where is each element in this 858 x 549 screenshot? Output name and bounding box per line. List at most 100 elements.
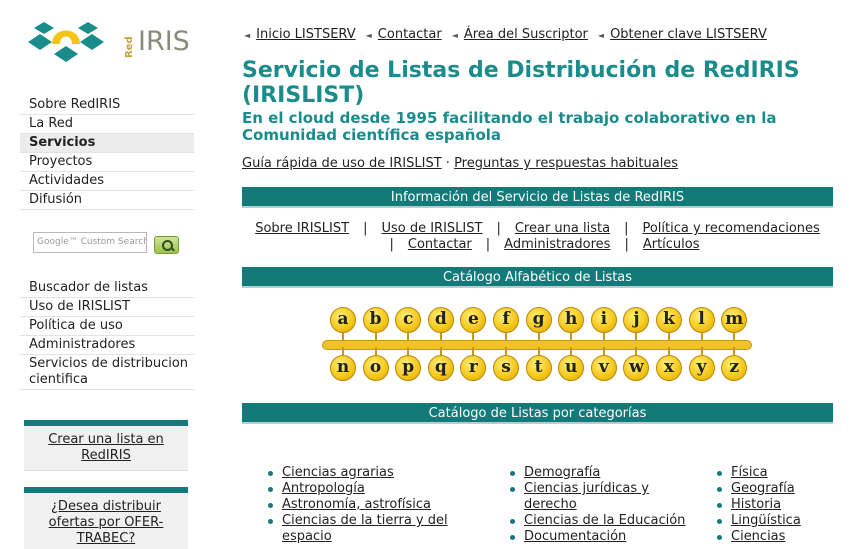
top-nav-link[interactable]: Obtener clave LISTSERV	[610, 27, 767, 42]
category-item: Ciencias jurídicas y derecho	[508, 481, 688, 513]
letter-g-button[interactable]: g	[525, 307, 552, 333]
create-list-box: Crear una lista en RedIRIS	[24, 420, 188, 471]
side-menu-item[interactable]: Actividades	[20, 172, 194, 191]
side-tools-item-label: Servicios de distribucion cientifica	[29, 356, 189, 387]
faq-link[interactable]: Preguntas y respuestas habituales	[454, 156, 678, 171]
side-menu-item-label: Proyectos	[29, 154, 93, 169]
category-link[interactable]: Astronomía, astrofísica	[282, 497, 431, 512]
category-link[interactable]: Ciencias jurídicas y derecho	[524, 481, 649, 512]
ofertrabec-box: ¿Desea distribuir ofertas por OFER-TRABE…	[24, 487, 188, 549]
letter-e-button[interactable]: e	[460, 307, 487, 333]
side-menu-item-label: Sobre RedIRIS	[29, 97, 121, 112]
side-tools-item[interactable]: Administradores	[20, 336, 194, 355]
nav-arrow-icon: ◄	[365, 31, 372, 40]
side-tools-item[interactable]: Servicios de distribucion cientifica	[20, 355, 194, 390]
alphabet-catalog: abcdefghijklm nopqrstuvwxyz	[322, 305, 752, 385]
category-link[interactable]: Ciencias de la Educación	[524, 513, 685, 528]
side-menu-item[interactable]: Sobre RedIRIS	[20, 96, 194, 115]
logo-red: Red	[124, 36, 135, 58]
letter-l-button[interactable]: l	[688, 307, 715, 333]
letter-f-button[interactable]: f	[493, 307, 519, 333]
info-link[interactable]: Política y recomendaciones	[642, 221, 819, 236]
info-links-separator: |	[624, 221, 629, 236]
category-item: Astronomía, astrofísica	[266, 497, 466, 513]
side-menu-item[interactable]: La Red	[20, 115, 194, 134]
category-link[interactable]: Física	[731, 465, 768, 480]
category-item: Ciencias de la Educación	[508, 513, 688, 529]
side-tools-item[interactable]: Buscador de listas	[20, 279, 194, 298]
category-link[interactable]: Lingüística	[731, 513, 801, 528]
category-link[interactable]: Geografía	[731, 481, 795, 496]
letter-n-button[interactable]: n	[330, 355, 356, 381]
side-tools-menu: Buscador de listas Uso de IRISLIST Polític…	[20, 279, 194, 390]
letter-u-button[interactable]: u	[558, 355, 585, 381]
letter-x-button[interactable]: x	[656, 355, 682, 381]
info-link[interactable]: Sobre IRISLIST	[255, 221, 349, 236]
letter-c-button[interactable]: c	[395, 307, 422, 333]
letter-y-button[interactable]: y	[688, 355, 715, 381]
top-nav-link[interactable]: Inicio LISTSERV	[256, 27, 355, 42]
letter-z-button[interactable]: z	[721, 355, 748, 381]
side-tools-item[interactable]: Política de uso	[20, 317, 194, 336]
category-item: Física	[715, 465, 835, 481]
create-list-link[interactable]: Crear una lista en RedIRIS	[48, 432, 164, 463]
letter-a-button[interactable]: a	[330, 307, 356, 333]
letter-v-button[interactable]: v	[590, 355, 617, 381]
info-link[interactable]: Administradores	[504, 237, 610, 252]
category-link[interactable]: Antropología	[282, 481, 365, 496]
info-links-separator: |	[496, 221, 501, 236]
letter-w-button[interactable]: w	[623, 355, 650, 381]
categories-section-header: Catálogo de Listas por categorías	[242, 403, 833, 424]
info-link[interactable]: Artículos	[643, 237, 700, 252]
letter-d-button[interactable]: d	[427, 307, 454, 333]
letter-o-button[interactable]: o	[362, 355, 389, 381]
quick-links: Guía rápida de uso de IRISLIST · Pregunt…	[242, 156, 678, 171]
info-link[interactable]: Contactar	[408, 237, 472, 252]
letter-m-button[interactable]: m	[721, 307, 748, 333]
rediris-logo[interactable]: Red IRIS	[26, 20, 196, 68]
category-link[interactable]: Demografía	[524, 465, 600, 480]
info-links-separator: |	[363, 221, 368, 236]
letter-h-button[interactable]: h	[558, 307, 585, 333]
letter-j-button[interactable]: j	[623, 307, 650, 333]
info-link[interactable]: Uso de IRISLIST	[381, 221, 482, 236]
category-link[interactable]: Ciencias agrarias	[282, 465, 394, 480]
page-subtitle: En el cloud desde 1995 facilitando el tr…	[242, 109, 777, 144]
letter-k-button[interactable]: k	[656, 307, 682, 333]
info-section-header: Información del Servicio de Listas de Re…	[242, 187, 833, 208]
info-links-row: Sobre IRISLIST | Uso de IRISLIST | Crear una…	[242, 221, 833, 237]
side-tools-item[interactable]: Uso de IRISLIST	[20, 298, 194, 317]
category-link[interactable]: Ciencias	[731, 529, 785, 544]
top-nav-link[interactable]: Contactar	[378, 27, 442, 42]
category-link[interactable]: Documentación	[524, 529, 626, 544]
top-nav-link[interactable]: Área del Suscriptor	[464, 27, 588, 42]
category-item: Ciencias agrarias	[266, 465, 466, 481]
category-item: Ciencias	[715, 529, 835, 545]
nav-arrow-icon: ◄	[244, 31, 251, 40]
search-input[interactable]: Google™ Custom Search	[33, 232, 147, 253]
side-menu-item-label: La Red	[29, 116, 74, 131]
info-link[interactable]: Crear una lista	[515, 221, 610, 236]
info-links-separator: |	[389, 237, 394, 252]
letter-i-button[interactable]: i	[590, 307, 617, 333]
side-menu-item[interactable]: Proyectos	[20, 153, 194, 172]
ofertrabec-link[interactable]: ¿Desea distribuir ofertas por OFER-TRABE…	[49, 499, 164, 546]
letter-s-button[interactable]: s	[493, 355, 519, 381]
info-links: Sobre IRISLIST | Uso de IRISLIST | Crear una…	[242, 221, 833, 253]
side-menu-item[interactable]: Difusión	[20, 191, 194, 210]
category-link[interactable]: Historia	[731, 497, 781, 512]
category-item: Historia	[715, 497, 835, 513]
letter-q-button[interactable]: q	[427, 355, 454, 381]
letter-b-button[interactable]: b	[362, 307, 389, 333]
side-tools-item-label: Administradores	[29, 337, 136, 352]
side-menu-item[interactable]: Servicios	[20, 134, 194, 153]
quick-guide-link[interactable]: Guía rápida de uso de IRISLIST	[242, 156, 442, 171]
search-button[interactable]	[154, 236, 179, 254]
category-column-2: Demografía Ciencias jurídicas y derecho Ci…	[508, 465, 688, 545]
side-tools-item-label: Uso de IRISLIST	[29, 299, 130, 314]
info-links-row: | Contactar | Administradores | Artículos	[242, 237, 833, 253]
category-link[interactable]: Ciencias de la tierra y del espacio	[282, 513, 448, 544]
letter-r-button[interactable]: r	[460, 355, 487, 381]
letter-t-button[interactable]: t	[525, 355, 552, 381]
letter-p-button[interactable]: p	[395, 355, 422, 381]
